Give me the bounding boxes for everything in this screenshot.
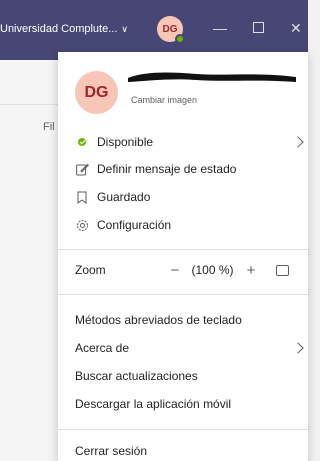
background-divider	[0, 104, 58, 105]
profile-avatar-initials: DG	[84, 83, 109, 101]
profile-menu: DG Cambiar imagen Disponible Definir men…	[58, 52, 308, 461]
avatar-initials: DG	[162, 23, 178, 35]
about-item[interactable]: Acerca de	[75, 338, 304, 358]
status-available-icon	[75, 138, 89, 146]
status-available-icon	[175, 34, 185, 44]
chevron-right-icon	[292, 342, 304, 354]
status-available-item[interactable]: Disponible	[75, 131, 304, 153]
chevron-down-icon: ∨	[121, 24, 128, 34]
edit-status-icon	[75, 163, 89, 176]
background-truncated-label: Fil	[43, 121, 55, 133]
bookmark-icon	[75, 191, 89, 204]
keyboard-shortcuts-item[interactable]: Métodos abreviados de teclado	[75, 310, 242, 330]
divider	[58, 429, 308, 430]
zoom-label: Zoom	[75, 263, 106, 277]
gear-icon	[75, 219, 89, 232]
maximize-icon[interactable]	[253, 18, 264, 38]
status-available-label: Disponible	[97, 135, 154, 149]
zoom-row: Zoom − (100 %) +	[75, 259, 300, 281]
user-avatar-button[interactable]: DG	[157, 16, 185, 44]
download-mobile-app-item[interactable]: Descargar la aplicación móvil	[75, 394, 231, 414]
chevron-right-icon	[292, 136, 304, 148]
close-icon[interactable]: ✕	[290, 18, 302, 38]
redacted-user-name	[128, 72, 296, 82]
sign-out-item[interactable]: Cerrar sesión	[75, 441, 147, 461]
saved-item[interactable]: Guardado	[75, 186, 150, 208]
title-bar: Universidad Complute... ∨ DG — ✕	[0, 0, 308, 60]
profile-avatar[interactable]: DG	[75, 71, 118, 114]
settings-label: Configuración	[97, 218, 172, 232]
saved-label: Guardado	[97, 190, 151, 204]
set-status-message-label: Definir mensaje de estado	[97, 162, 237, 176]
organization-switcher[interactable]: Universidad Complute... ∨	[0, 23, 128, 35]
fullscreen-icon[interactable]	[276, 264, 289, 276]
zoom-in-button[interactable]: +	[240, 262, 262, 279]
change-image-link[interactable]: Cambiar imagen	[131, 95, 197, 105]
set-status-message-item[interactable]: Definir mensaje de estado	[75, 158, 236, 180]
divider	[58, 249, 308, 250]
about-label: Acerca de	[75, 341, 130, 355]
check-updates-item[interactable]: Buscar actualizaciones	[75, 366, 198, 386]
minimize-icon[interactable]: —	[213, 18, 227, 38]
settings-item[interactable]: Configuración	[75, 214, 171, 236]
divider	[58, 294, 308, 295]
zoom-out-button[interactable]: −	[165, 262, 185, 279]
zoom-level: (100 %)	[191, 263, 234, 277]
organization-name: Universidad Complute...	[0, 23, 118, 35]
